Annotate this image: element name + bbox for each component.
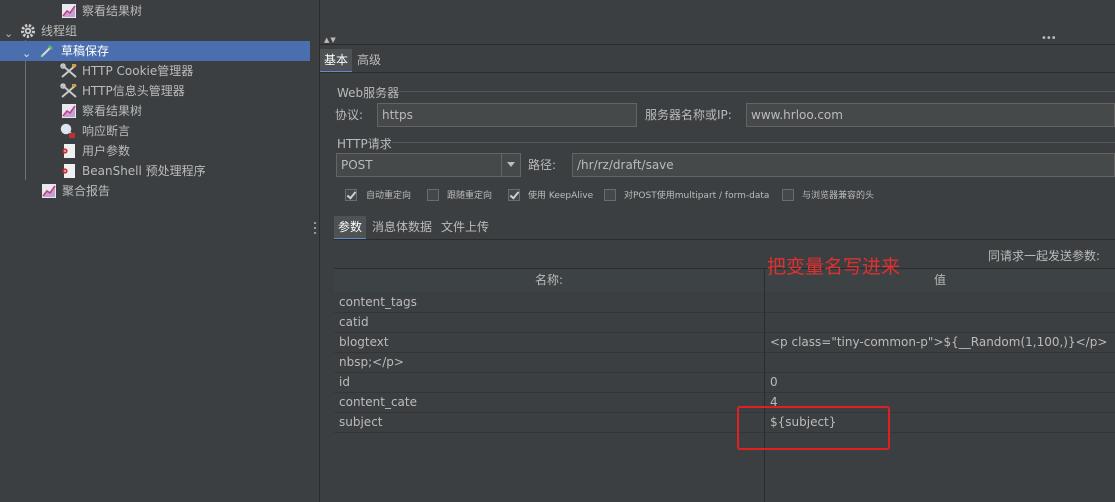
follow-redirect-checkbox[interactable] (427, 189, 439, 201)
keepalive-checkbox[interactable] (508, 189, 520, 201)
tree-item-thread-group[interactable]: ⌄ 线程组 (0, 21, 310, 41)
table-row[interactable]: nbsp;</p> (334, 352, 1115, 373)
tree-item-label: 聚合报告 (62, 184, 111, 198)
graph-icon (42, 184, 56, 198)
params-table-header: 名称: 值 (334, 268, 1115, 293)
document-icon (62, 144, 76, 158)
multipart-label: 对POST使用multipart / form-data (624, 191, 770, 201)
send-params-label: 同请求一起发送参数: (988, 249, 1101, 263)
path-label: 路径: (528, 158, 557, 172)
param-name-cell[interactable]: nbsp;</p> (339, 352, 759, 372)
document-icon (62, 164, 76, 178)
wrench-icon (60, 63, 78, 79)
method-select[interactable]: POST (336, 153, 502, 177)
param-name-cell[interactable]: blogtext (339, 332, 759, 352)
collapse-arrows-icon[interactable]: ▲▼ (324, 36, 337, 44)
table-row[interactable]: content_tags (334, 292, 1115, 313)
top-divider (320, 44, 1115, 45)
wrench-icon (60, 83, 78, 99)
more-dots-icon[interactable]: ••• (1041, 33, 1057, 44)
follow-redirect-label: 跟随重定向 (447, 191, 493, 201)
http-request-section-line (392, 142, 1115, 143)
tree-item-beanshell-preprocessor[interactable]: BeanShell 预处理程序 (0, 161, 310, 181)
tab-file-upload[interactable]: 文件上传 (441, 216, 489, 238)
web-server-section-title: Web服务器 (337, 86, 400, 100)
tree-item-label: 察看结果树 (82, 4, 143, 18)
param-value-cell[interactable] (770, 312, 1115, 332)
path-input[interactable]: /hr/rz/draft/save (572, 153, 1115, 177)
param-tabs-divider (334, 239, 1115, 240)
multipart-checkbox[interactable] (604, 189, 616, 201)
pipette-icon (40, 44, 54, 58)
param-name-cell[interactable]: id (339, 372, 759, 392)
tab-basic[interactable]: 基本 (320, 49, 353, 71)
param-name-cell[interactable]: content_tags (339, 292, 759, 312)
param-name-cell[interactable]: subject (339, 412, 759, 432)
column-header-name[interactable]: 名称: (334, 269, 764, 292)
param-value-cell[interactable]: <p class="tiny-common-p">${__Random(1,10… (770, 332, 1115, 352)
tree-item-cookie-manager[interactable]: HTTP Cookie管理器 (0, 61, 310, 81)
tab-divider (320, 72, 1115, 73)
tree-item-label: 草稿保存 (61, 44, 110, 58)
param-value-cell[interactable]: 0 (770, 372, 1115, 392)
server-name-label: 服务器名称或IP: (645, 108, 732, 122)
tree-item-aggregate-report[interactable]: 聚合报告 (0, 181, 310, 201)
tree-item-label: 察看结果树 (82, 104, 143, 118)
splitter-grip-dot (314, 227, 316, 229)
tree-item-label: HTTP Cookie管理器 (82, 64, 194, 78)
splitter-grip-dot (314, 232, 316, 234)
tab-parameters[interactable]: 参数 (334, 216, 367, 238)
browser-compatible-headers-checkbox[interactable] (782, 189, 794, 201)
magnifier-icon (60, 123, 76, 139)
auto-redirect-label: 自动重定向 (366, 191, 412, 201)
tree-item-view-results-tree-2[interactable]: 察看结果树 (0, 101, 310, 121)
server-name-input[interactable]: www.hrloo.com (746, 103, 1115, 127)
param-name-cell[interactable]: catid (339, 312, 759, 332)
protocol-input[interactable]: https (377, 103, 637, 127)
tab-advanced[interactable]: 高级 (357, 49, 381, 71)
test-plan-tree[interactable]: 察看结果树 ⌄ 线程组 ⌄ 草稿保存 HTTP Cookie管理器 HTTP信息… (0, 0, 310, 502)
auto-redirect-checkbox[interactable] (345, 189, 357, 201)
protocol-label: 协议: (335, 108, 364, 122)
table-row[interactable]: content_cate 4 (334, 392, 1115, 413)
tree-item-response-assertion[interactable]: 响应断言 (0, 121, 310, 141)
tree-item-label: 响应断言 (82, 124, 131, 138)
annotation-text: 把变量名写进来 (767, 256, 901, 278)
method-dropdown-button[interactable] (501, 153, 521, 177)
browser-compatible-headers-label: 与浏览器兼容的头 (802, 191, 875, 201)
param-name-cell[interactable]: content_cate (339, 392, 759, 412)
annotation-highlight-box (737, 406, 890, 450)
table-row[interactable]: subject ${subject} (334, 412, 1115, 433)
table-row[interactable]: catid (334, 312, 1115, 333)
gear-icon (20, 23, 35, 38)
param-value-cell[interactable] (770, 352, 1115, 372)
web-server-section-line (399, 91, 1115, 92)
param-value-cell[interactable] (770, 292, 1115, 312)
keepalive-label: 使用 KeepAlive (528, 191, 594, 201)
params-table-body[interactable]: content_tags catid blogtext <p class="ti… (334, 292, 1115, 502)
graph-icon (62, 104, 76, 118)
tree-item-view-results-tree[interactable]: 察看结果树 (0, 1, 310, 21)
chevron-down-icon (507, 162, 515, 167)
tree-item-label: HTTP信息头管理器 (82, 84, 185, 98)
tree-item-label: 线程组 (41, 24, 78, 38)
tree-item-header-manager[interactable]: HTTP信息头管理器 (0, 81, 310, 101)
tree-item-label: BeanShell 预处理程序 (82, 164, 206, 178)
http-request-section-title: HTTP请求 (337, 137, 392, 151)
table-row[interactable]: id 0 (334, 372, 1115, 393)
table-row[interactable]: blogtext <p class="tiny-common-p">${__Ra… (334, 332, 1115, 353)
tree-item-user-parameters[interactable]: 用户参数 (0, 141, 310, 161)
splitter-grip-dot (314, 222, 316, 224)
tree-item-label: 用户参数 (82, 144, 131, 158)
table-column-separator (764, 268, 765, 502)
tab-body-data[interactable]: 消息体数据 (372, 216, 432, 238)
graph-icon (62, 4, 76, 18)
tree-item-draft-save[interactable]: ⌄ 草稿保存 (0, 41, 310, 61)
